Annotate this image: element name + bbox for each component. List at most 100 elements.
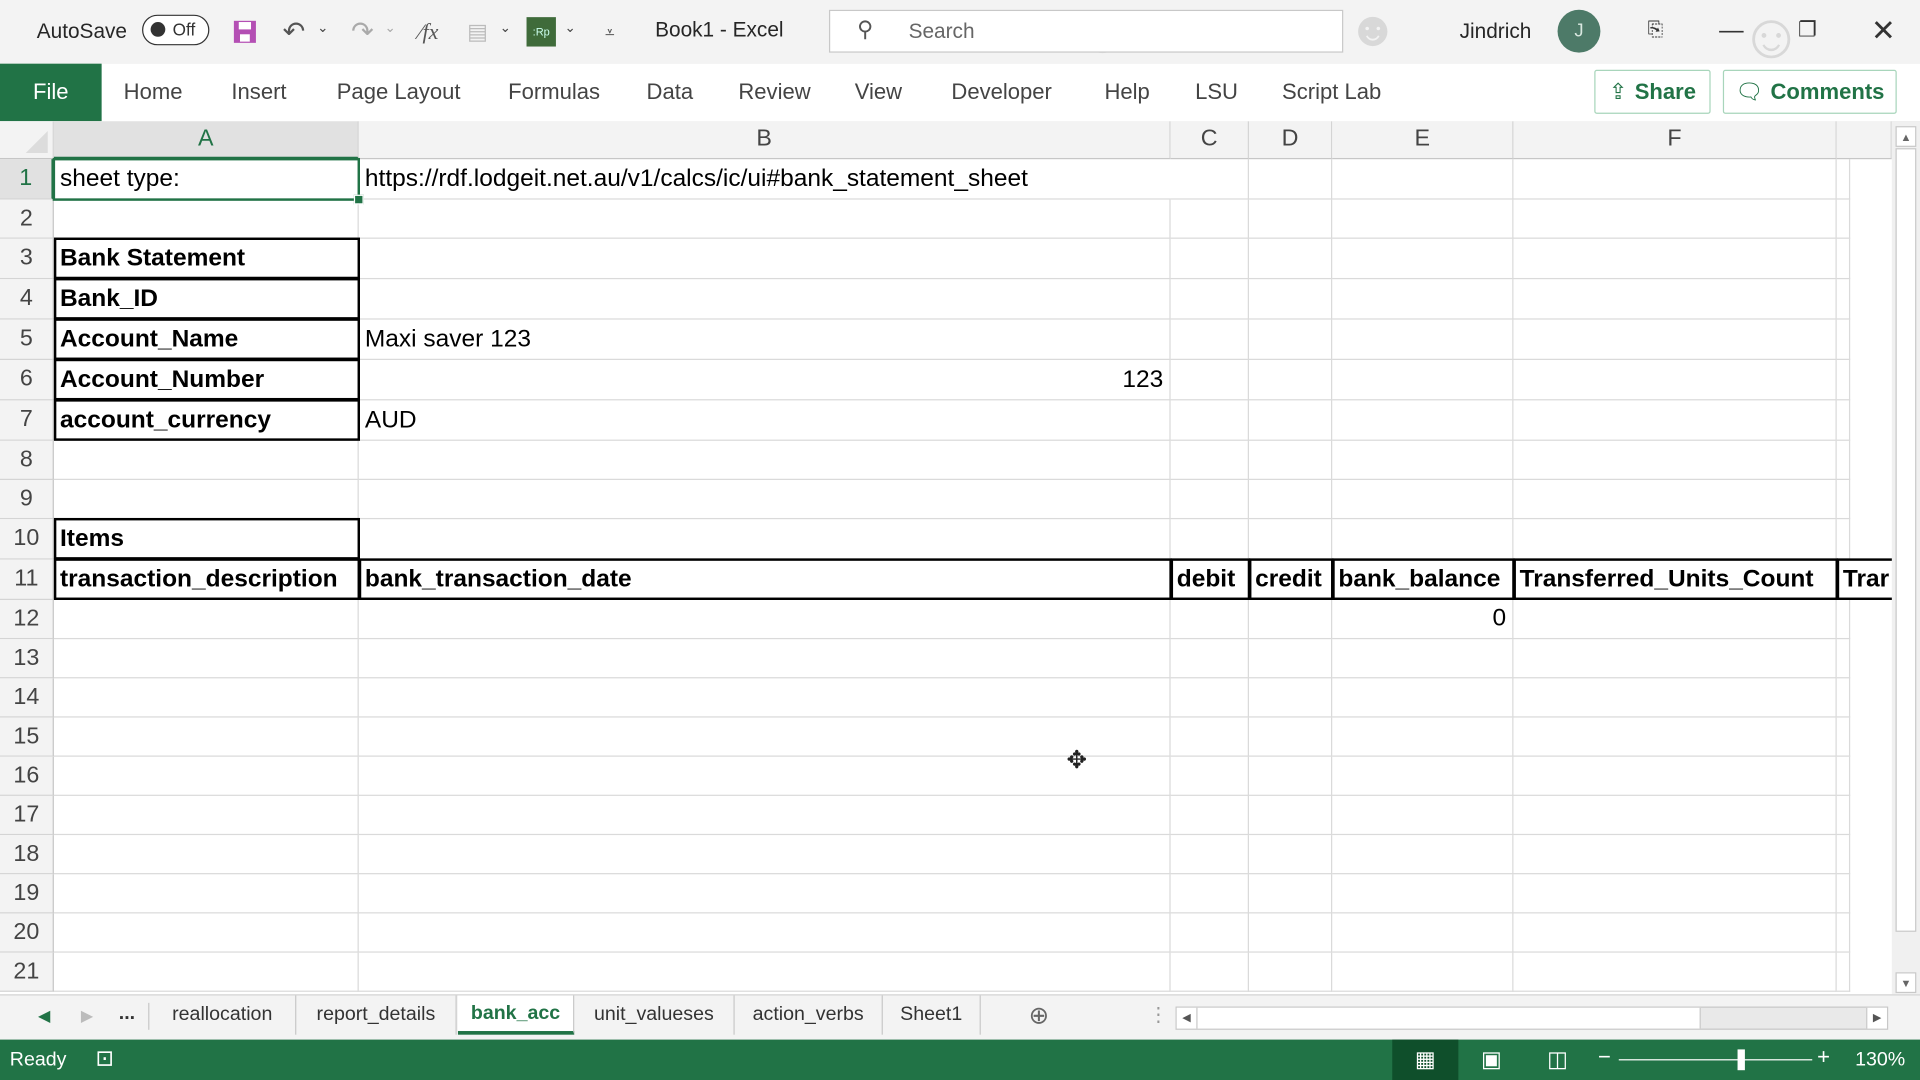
cell-a5[interactable]: Account_Name — [53, 319, 359, 361]
sheet-tab-report-details[interactable]: report_details — [296, 995, 457, 1035]
row-header-5[interactable]: 5 — [0, 319, 54, 361]
cell-d5[interactable] — [1248, 319, 1333, 361]
horizontal-scrollbar[interactable]: ◀ ▶ — [1175, 1006, 1889, 1030]
addin-dropdown-icon[interactable]: ⌄ — [564, 20, 575, 36]
tab-data[interactable]: Data — [647, 80, 694, 106]
select-all-button[interactable] — [0, 121, 54, 160]
cell-e19[interactable] — [1332, 874, 1514, 914]
zoom-out-icon[interactable]: − — [1598, 1044, 1611, 1070]
cell-b20[interactable] — [358, 913, 1171, 953]
cell-f18[interactable] — [1513, 835, 1837, 875]
cell-e10[interactable] — [1332, 519, 1514, 560]
cell-g13[interactable] — [1836, 639, 1851, 679]
cell-g17[interactable] — [1836, 795, 1851, 836]
vertical-scroll-thumb[interactable] — [1895, 148, 1917, 932]
cell-d7[interactable] — [1248, 400, 1333, 441]
row-header-14[interactable]: 14 — [0, 678, 54, 718]
cell-e18[interactable] — [1332, 835, 1514, 875]
cell-g20[interactable] — [1836, 913, 1851, 953]
cell-b9[interactable] — [358, 480, 1171, 520]
cell-f14[interactable] — [1513, 678, 1837, 718]
spreadsheet-grid[interactable]: ABCDEF 1 2 3 4 5 6 7 8 9 10 11 12 13 14 15 16 17 18 19 20 21… — [0, 121, 1892, 995]
cell-f7[interactable] — [1513, 400, 1837, 441]
cell-e8[interactable] — [1332, 440, 1514, 481]
cell-e7[interactable] — [1332, 400, 1514, 441]
customize-qat-icon[interactable]: ⩡ — [595, 17, 624, 46]
row-header-12[interactable]: 12 — [0, 600, 54, 640]
scroll-right-icon[interactable]: ▶ — [1866, 1007, 1887, 1029]
cell-g8[interactable] — [1836, 440, 1851, 481]
horizontal-scroll-thumb[interactable] — [1197, 1007, 1701, 1029]
cell-c18[interactable] — [1170, 835, 1249, 875]
cell-b21[interactable] — [358, 952, 1171, 992]
cell-e5[interactable] — [1332, 319, 1514, 361]
cell-c20[interactable] — [1170, 913, 1249, 953]
cell-f5[interactable] — [1513, 319, 1837, 361]
cell-a2[interactable] — [53, 199, 359, 239]
sheet-tab-sheet1[interactable]: Sheet1 — [883, 995, 981, 1035]
cell-g4[interactable] — [1836, 279, 1851, 320]
cell-b2[interactable] — [358, 199, 1171, 239]
cell-g7[interactable] — [1836, 400, 1851, 441]
cell-d11[interactable]: credit — [1248, 559, 1333, 601]
cell-a13[interactable] — [53, 639, 359, 679]
row-header-7[interactable]: 7 — [0, 400, 54, 441]
cell-g12[interactable] — [1836, 600, 1851, 640]
sheet-tab-unit-valueses[interactable]: unit_valueses — [574, 995, 735, 1035]
page-layout-view-icon[interactable]: ▣ — [1458, 1040, 1524, 1080]
scroll-left-icon[interactable]: ◀ — [1176, 1007, 1198, 1029]
column-header-d[interactable]: D — [1248, 121, 1333, 160]
vertical-scrollbar[interactable]: ▲ ▼ — [1891, 121, 1920, 995]
cell-a20[interactable] — [53, 913, 359, 953]
column-header-c[interactable]: C — [1170, 121, 1249, 160]
zoom-slider-thumb[interactable] — [1736, 1049, 1745, 1071]
cell-a7[interactable]: account_currency — [53, 400, 359, 441]
cell-e21[interactable] — [1332, 952, 1514, 992]
cell-a4[interactable]: Bank_ID — [53, 279, 359, 320]
cell-e13[interactable] — [1332, 639, 1514, 679]
cell-e1[interactable] — [1332, 159, 1514, 200]
row-header-15[interactable]: 15 — [0, 717, 54, 757]
tab-help[interactable]: Help — [1104, 80, 1149, 106]
cell-a1[interactable]: sheet type: — [53, 159, 359, 200]
cell-g9[interactable] — [1836, 480, 1851, 520]
tab-view[interactable]: View — [855, 80, 902, 106]
cell-e14[interactable] — [1332, 678, 1514, 718]
cell-g6[interactable] — [1836, 360, 1851, 401]
cell-f17[interactable] — [1513, 795, 1837, 836]
sheet-tab-bank-acc[interactable]: bank_acc — [457, 995, 575, 1035]
cell-e17[interactable] — [1332, 795, 1514, 836]
cell-c19[interactable] — [1170, 874, 1249, 914]
cell-a18[interactable] — [53, 835, 359, 875]
cell-f12[interactable] — [1513, 600, 1837, 640]
redo-icon[interactable]: ↷ — [348, 16, 377, 47]
cell-g15[interactable] — [1836, 717, 1851, 757]
cell-d18[interactable] — [1248, 835, 1333, 875]
tab-splitter-handle[interactable]: ⋮ — [1149, 1003, 1169, 1027]
avatar[interactable]: J — [1557, 9, 1601, 53]
cell-f3[interactable] — [1513, 238, 1837, 280]
cell-e11[interactable]: bank_balance — [1332, 559, 1514, 601]
column-header-f[interactable]: F — [1513, 121, 1837, 160]
row-header-8[interactable]: 8 — [0, 440, 54, 481]
cell-f9[interactable] — [1513, 480, 1837, 520]
cell-c6[interactable] — [1170, 360, 1249, 401]
cell-g1[interactable] — [1836, 159, 1851, 200]
tab-developer[interactable]: Developer — [951, 80, 1051, 106]
cell-e3[interactable] — [1332, 238, 1514, 280]
cell-c16[interactable] — [1170, 756, 1249, 796]
cell-g19[interactable] — [1836, 874, 1851, 914]
cell-f10[interactable] — [1513, 519, 1837, 560]
cell-d19[interactable] — [1248, 874, 1333, 914]
cell-d3[interactable] — [1248, 238, 1333, 280]
cell-f4[interactable] — [1513, 279, 1837, 320]
prev-sheet-icon[interactable]: ◀ — [38, 1007, 50, 1027]
close-icon[interactable]: ✕ — [1859, 12, 1908, 49]
tab-page-layout[interactable]: Page Layout — [337, 80, 461, 106]
cell-d6[interactable] — [1248, 360, 1333, 401]
tab-insert[interactable]: Insert — [231, 80, 286, 106]
row-header-10[interactable]: 10 — [0, 519, 54, 560]
cell-a17[interactable] — [53, 795, 359, 836]
cell-f16[interactable] — [1513, 756, 1837, 796]
cell-c10[interactable] — [1170, 519, 1249, 560]
